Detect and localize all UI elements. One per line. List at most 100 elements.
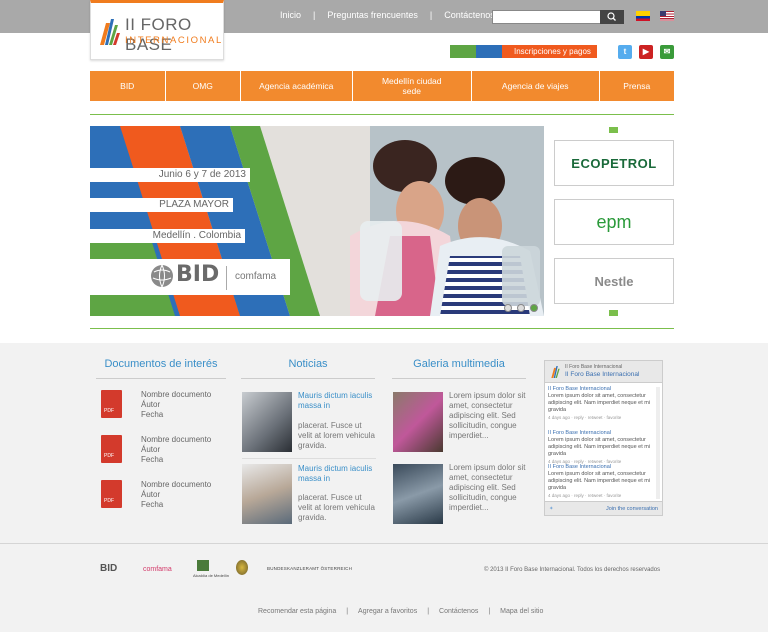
partner-comfama-logo[interactable]: comfama	[143, 566, 172, 573]
partner-alcaldia-logo[interactable]: Alcaldía de Medellín	[193, 573, 229, 578]
main-nav-prensa[interactable]: Prensa	[600, 71, 675, 101]
partner-bid-logo[interactable]: BID	[100, 563, 117, 574]
partner-austria-logo[interactable]: BUNDESKANZLERAMT ÖSTERREICH	[267, 566, 352, 571]
footer-link-contact[interactable]: Contáctenos	[439, 608, 478, 615]
footer-link-favorites[interactable]: Agregar a favoritos	[358, 608, 417, 615]
document-date: Fecha	[141, 455, 164, 464]
nav-link-contact[interactable]: Contáctenos	[444, 10, 495, 20]
twitter-scrollbar[interactable]	[656, 387, 660, 499]
sponsor-epm[interactable]: epm	[554, 199, 674, 245]
colombia-flag-icon[interactable]	[636, 11, 650, 21]
nav-separator: |	[429, 10, 433, 20]
top-nav: Inicio | Preguntas frencuentes | Contáct…	[280, 10, 495, 20]
twitter-join-label: Join the conversation	[606, 506, 658, 512]
main-nav-bid[interactable]: BID	[90, 71, 166, 101]
footer-link-sitemap[interactable]: Mapa del sitio	[500, 608, 543, 615]
section-title-docs: Documentos de interés	[104, 358, 218, 370]
search-icon	[607, 12, 616, 21]
document-author: Áutor	[141, 490, 161, 499]
divider	[90, 328, 674, 329]
section-underline	[392, 378, 526, 379]
footer-separator: |	[427, 608, 430, 615]
main-nav-agencia-viajes[interactable]: Agencia de viajes	[472, 71, 600, 101]
logo-mark-icon	[100, 19, 120, 45]
hero-slider[interactable]: Junio 6 y 7 de 2013 PLAZA MAYOR Medellín…	[90, 126, 544, 316]
twitter-join-link[interactable]: ✦ Join the conversation	[545, 501, 662, 515]
main-nav-agencia-academica[interactable]: Agencia académica	[241, 71, 353, 101]
document-info: Nombre documento Áutor Fecha	[141, 435, 211, 465]
document-date: Fecha	[141, 500, 164, 509]
news-body: placerat. Fusce ut velit at lorem vehicu…	[298, 421, 375, 450]
sponsor-ecopetrol-name: ECOPETROL	[571, 155, 657, 171]
pdf-icon: PDF	[101, 435, 122, 463]
slide-city: Medellín . Colombia	[90, 229, 245, 243]
sponsor-ecopetrol[interactable]: ECOPETROL	[554, 140, 674, 186]
tweet[interactable]: II Foro Base Internacional Lorem ipsum d…	[548, 430, 656, 465]
document-name: Nombre documento	[141, 480, 212, 489]
gallery-thumbnail[interactable]	[393, 392, 443, 452]
payment-icon	[476, 45, 502, 58]
tweet[interactable]: II Foro Base Internacional Lorem ipsum d…	[548, 464, 656, 499]
slide-venue: PLAZA MAYOR	[90, 198, 233, 212]
main-nav-medellin[interactable]: Medellín ciudad sede	[353, 71, 472, 101]
form-icon	[450, 45, 476, 58]
tweet-author: II Foro Base Internacional	[548, 430, 611, 436]
registration-button[interactable]: Inscripciones y pagos	[450, 45, 597, 58]
tweet-meta: 4 days ago · reply · retweet · favorite	[548, 415, 622, 420]
tweet-text: Lorem ipsum dolor sit amet, consectetur …	[548, 393, 651, 413]
alcaldia-shield-icon	[197, 560, 209, 571]
sponsor-nestle-name: Nestle	[594, 273, 634, 289]
news-title[interactable]: Mauris dictum iaculis massa in	[298, 464, 376, 484]
nav-separator: |	[313, 10, 316, 20]
slider-dot-2[interactable]	[517, 304, 525, 312]
globe-icon	[151, 264, 173, 288]
tweet-author: II Foro Base Internacional	[548, 386, 611, 392]
pdf-icon: PDF	[101, 390, 122, 418]
copyright: © 2013 II Foro Base Internacional. Todos…	[484, 567, 661, 573]
twitter-icon[interactable]: t	[618, 45, 632, 59]
divider	[90, 114, 674, 115]
news-thumbnail[interactable]	[242, 392, 292, 452]
section-underline	[96, 378, 226, 379]
sponsor-up-arrow-icon[interactable]	[609, 127, 618, 133]
pdf-icon: PDF	[101, 480, 122, 508]
main-nav-omg[interactable]: OMG	[166, 71, 241, 101]
twitter-account[interactable]: II Foro Base Internacional	[565, 371, 639, 378]
email-icon[interactable]: ✉	[660, 45, 674, 59]
footer-separator: |	[346, 608, 349, 615]
main-nav: BID OMG Agencia académica Medellín ciuda…	[90, 71, 674, 101]
site-logo[interactable]: II FORO BASE INTERNACIONAL	[90, 0, 224, 60]
document-name: Nombre documento	[141, 435, 212, 444]
youtube-icon[interactable]: ▶	[639, 45, 653, 59]
news-thumbnail[interactable]	[242, 464, 292, 524]
news-divider	[242, 458, 376, 459]
sponsor-nestle[interactable]: Nestle	[554, 258, 674, 304]
slider-dot-1[interactable]	[504, 304, 512, 312]
news-title[interactable]: Mauris dictum iaculis massa in	[298, 391, 376, 411]
nav-link-inicio[interactable]: Inicio	[280, 10, 301, 20]
twitter-bird-icon: ✦	[549, 506, 554, 512]
tweet[interactable]: II Foro Base Internacional Lorem ipsum d…	[548, 386, 656, 421]
us-flag-icon[interactable]	[660, 11, 674, 21]
tweet-text: Lorem ipsum dolor sit amet, consectetur …	[548, 437, 651, 457]
document-info: Nombre documento Áutor Fecha	[141, 480, 211, 510]
tweet-text: Lorem ipsum dolor sit amet, consectetur …	[548, 471, 651, 491]
footer-separator: |	[488, 608, 491, 615]
nav-link-faq[interactable]: Preguntas frencuentes	[327, 10, 418, 20]
gallery-caption: Lorem ipsum dolor sit amet, consectetur …	[449, 463, 526, 512]
section-title-gallery: Galeria multimedia	[413, 358, 505, 370]
search-button[interactable]	[600, 10, 624, 24]
logo-divider	[226, 266, 227, 290]
twitter-account-small: II Foro Base Internacional	[565, 364, 623, 370]
colombia-coat-of-arms-icon[interactable]	[236, 560, 248, 575]
document-author: Áutor	[141, 445, 161, 454]
document-author: Áutor	[141, 400, 161, 409]
tweet-meta: 4 days ago · reply · retweet · favorite	[548, 493, 622, 498]
gallery-thumbnail[interactable]	[393, 464, 443, 524]
sponsor-down-arrow-icon[interactable]	[609, 310, 618, 316]
footer-link-recommend[interactable]: Recomendar esta página	[258, 608, 336, 615]
news-body: placerat. Fusce ut velit at lorem vehicu…	[298, 493, 375, 522]
slider-dot-3[interactable]	[530, 304, 538, 312]
section-underline	[241, 378, 375, 379]
registration-label: Inscripciones y pagos	[502, 45, 597, 58]
